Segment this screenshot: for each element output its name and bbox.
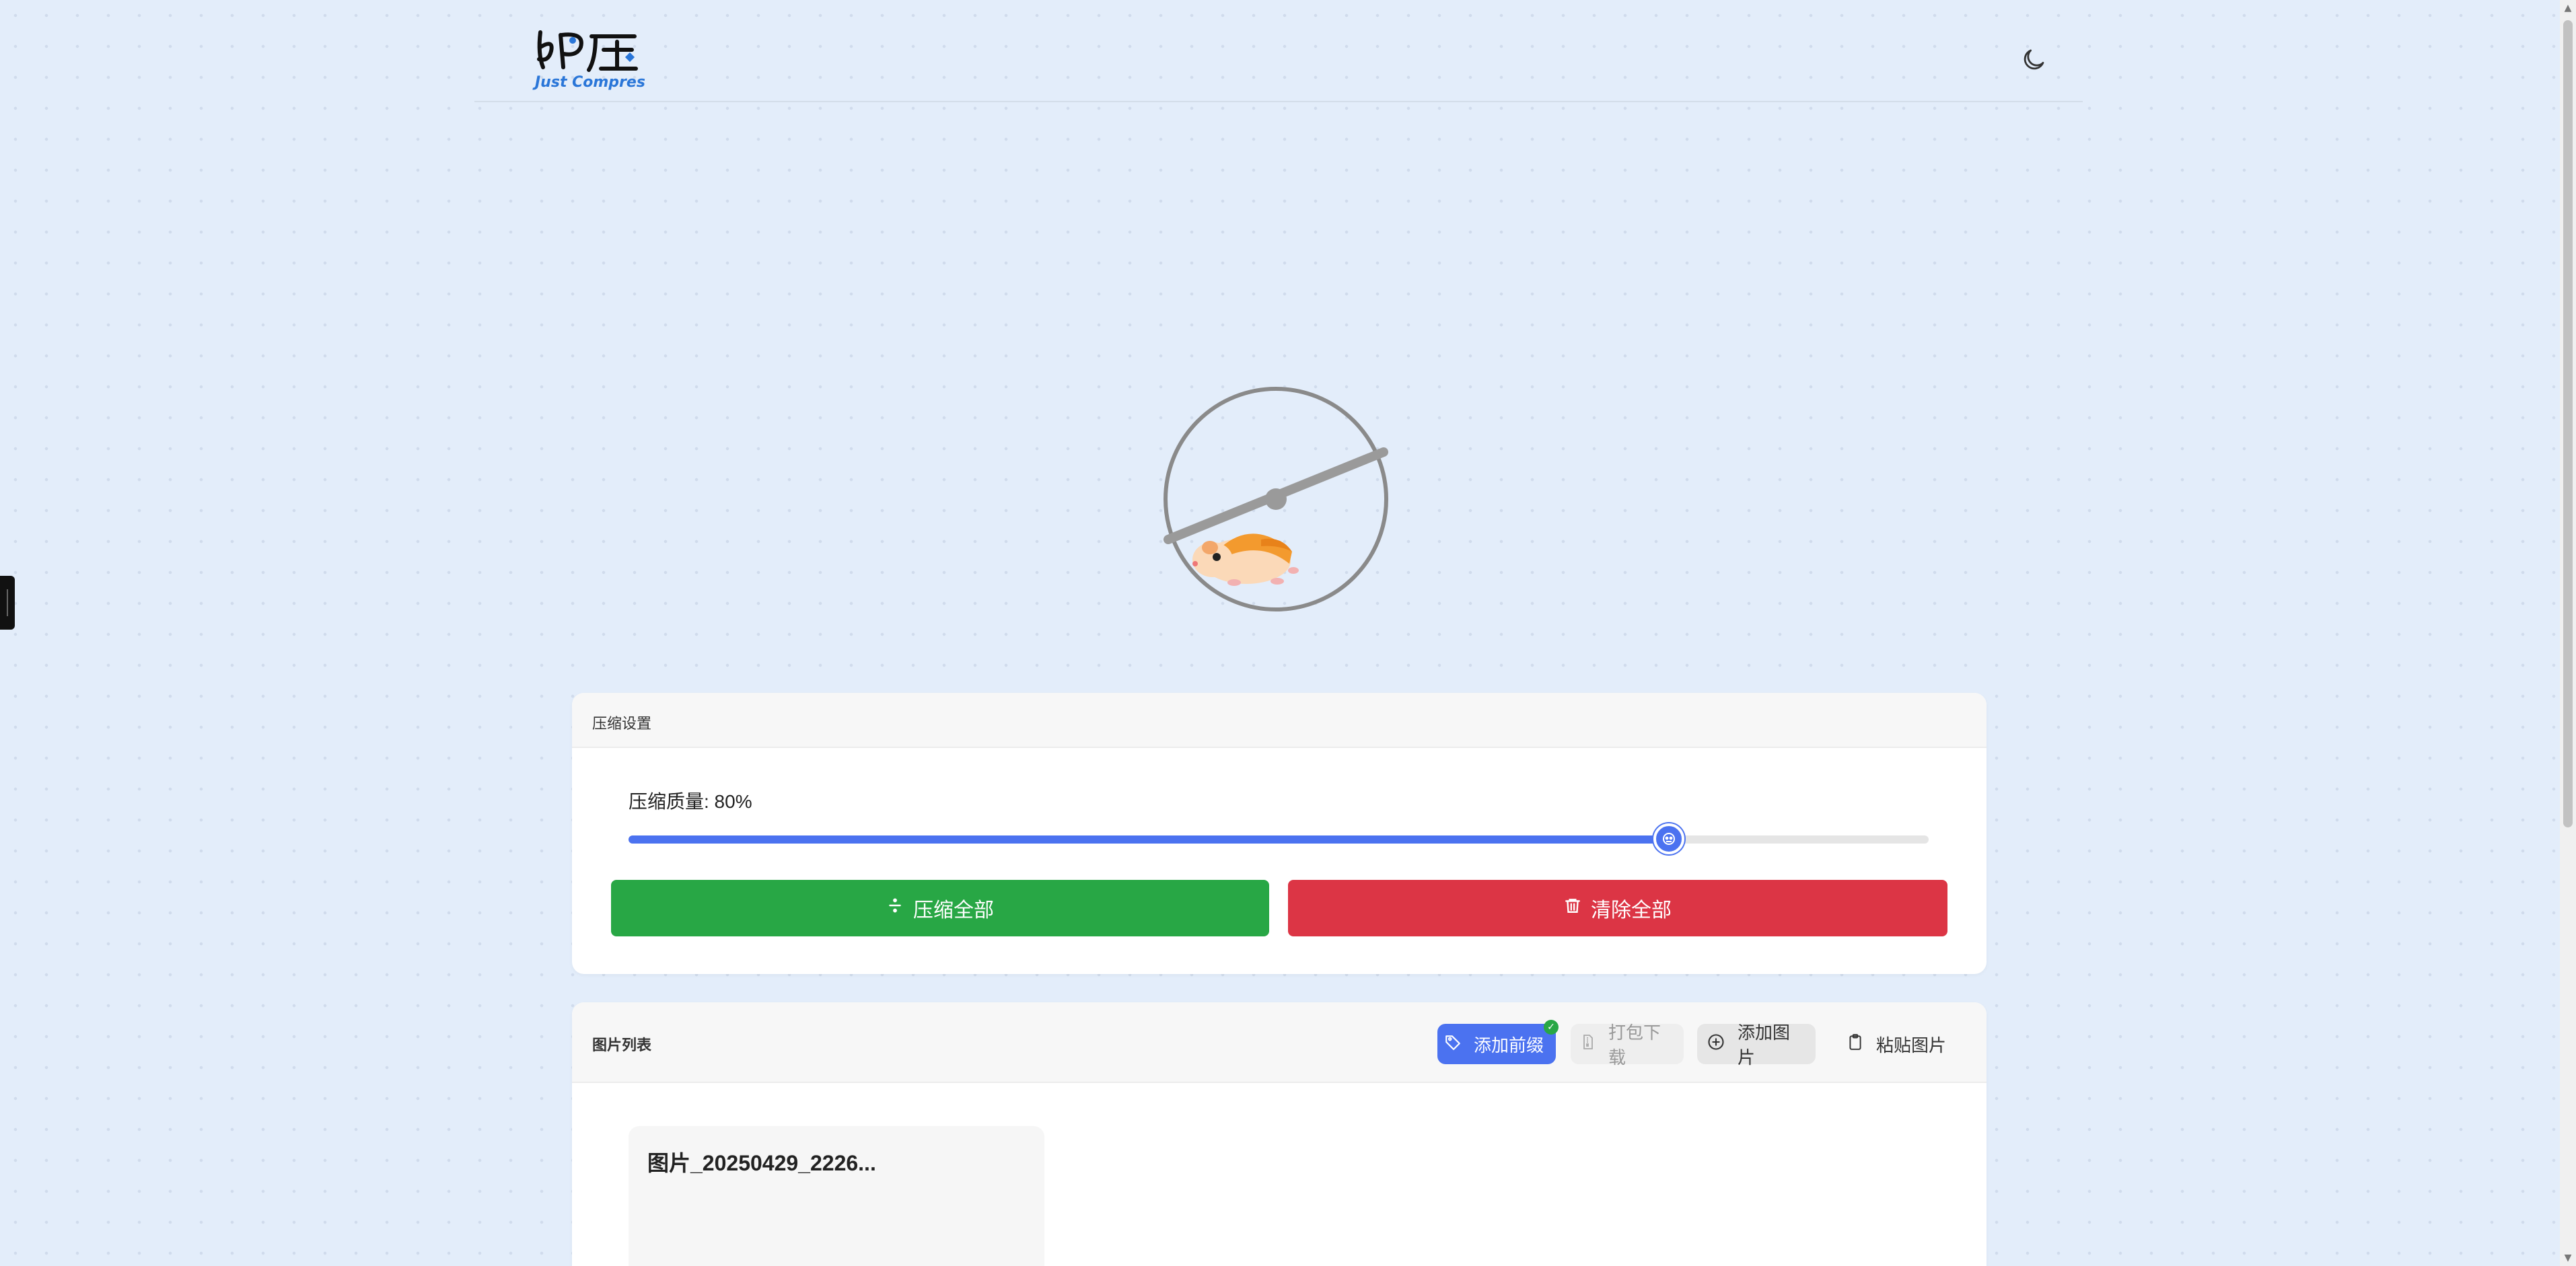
compress-all-label: 压缩全部 <box>913 899 994 922</box>
scroll-up-arrow[interactable]: ▲ <box>2563 3 2573 13</box>
scroll-thumb[interactable] <box>2563 20 2573 827</box>
logo[interactable]: Just Compres <box>534 27 645 91</box>
quality-label: 压缩质量: 80% <box>629 791 752 812</box>
check-badge-icon: ✓ <box>1544 1020 1559 1035</box>
add-prefix-label: 添加前缀 <box>1474 1035 1544 1055</box>
clear-all-button[interactable]: 清除全部 <box>1288 880 1947 936</box>
header: Just Compres <box>474 0 2083 102</box>
paste-image-button[interactable]: 粘贴图片 <box>1837 1024 1965 1064</box>
image-list-title: 图片列表 <box>592 1037 652 1053</box>
trash-icon <box>1564 896 1581 920</box>
scrollbar[interactable]: ▲ ▼ <box>2560 0 2576 1266</box>
logo-text: Just Compres <box>535 74 645 91</box>
pack-download-button[interactable]: 打包下载 <box>1571 1022 1684 1068</box>
side-tab[interactable] <box>0 576 15 630</box>
hamster-wheel-illustration <box>1160 383 1392 615</box>
quality-slider-fill <box>629 835 1669 844</box>
clipboard-icon <box>1847 1033 1864 1056</box>
scroll-down-arrow[interactable]: ▼ <box>2563 1253 2573 1263</box>
add-prefix-button[interactable]: 添加前缀 ✓ <box>1437 1020 1559 1064</box>
logo-mark <box>537 30 638 72</box>
tag-icon <box>1444 1033 1462 1055</box>
image-list-card: 图片列表 添加前缀 ✓ 打包下载 添加图片 粘贴图片 图片_20250429_2… <box>572 1002 1987 1266</box>
compression-settings-card: 压缩设置 压缩质量: 80% 压缩全部 清除全部 <box>572 693 1987 974</box>
divide-icon <box>886 897 904 920</box>
clear-all-label: 清除全部 <box>1591 899 1672 922</box>
moon-icon[interactable] <box>2019 46 2048 74</box>
image-item-card[interactable]: 图片_20250429_2226... <box>629 1126 1044 1266</box>
image-item-name: 图片_20250429_2226... <box>647 1151 876 1175</box>
quality-slider[interactable] <box>629 823 1929 854</box>
image-list-header: 图片列表 添加前缀 ✓ 打包下载 添加图片 粘贴图片 <box>572 1002 1987 1083</box>
add-image-button[interactable]: 添加图片 <box>1697 1022 1816 1068</box>
compress-all-button[interactable]: 压缩全部 <box>611 880 1269 936</box>
settings-title: 压缩设置 <box>592 715 652 732</box>
paste-image-label: 粘贴图片 <box>1876 1035 1947 1055</box>
add-image-label: 添加图片 <box>1738 1022 1791 1068</box>
quality-slider-thumb[interactable] <box>1653 823 1684 854</box>
plus-circle-icon <box>1707 1033 1725 1056</box>
settings-header: 压缩设置 <box>572 693 1987 748</box>
archive-file-icon <box>1580 1033 1596 1056</box>
thumb-icon <box>1662 833 1675 845</box>
pack-download-label: 打包下载 <box>1608 1022 1661 1068</box>
